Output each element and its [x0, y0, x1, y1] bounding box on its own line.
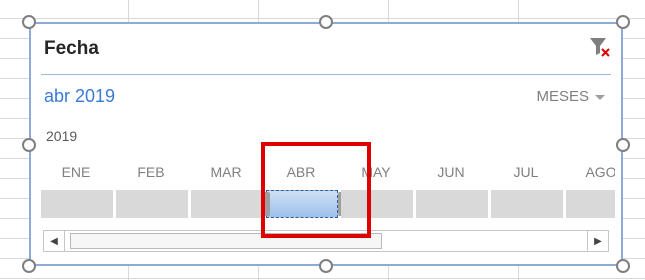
- period-cell-feb[interactable]: [116, 190, 188, 218]
- time-level-dropdown[interactable]: MESES: [536, 88, 605, 105]
- resize-handle-right[interactable]: [616, 138, 630, 152]
- month-label: JUN: [437, 164, 465, 180]
- clear-filter-icon[interactable]: [589, 36, 611, 58]
- resize-handle-top-left[interactable]: [22, 15, 36, 29]
- month-label: ENE: [61, 164, 91, 180]
- period-cell-ene[interactable]: [41, 190, 113, 218]
- resize-handle-bottom[interactable]: [319, 259, 333, 273]
- resize-handle-top-right[interactable]: [616, 15, 630, 29]
- red-highlight-box: [261, 142, 371, 238]
- scroll-right-button[interactable]: ▶: [587, 231, 608, 251]
- month-label: MAR: [210, 164, 242, 180]
- resize-handle-top[interactable]: [319, 15, 333, 29]
- period-cell-mar[interactable]: [191, 190, 263, 218]
- triangle-left-icon: ◀: [50, 235, 58, 247]
- month-label: JUL: [513, 164, 539, 180]
- month-label: FEB: [137, 164, 165, 180]
- chevron-down-icon: [595, 95, 605, 100]
- year-label: 2019: [46, 128, 78, 144]
- period-cell-jul[interactable]: [491, 190, 563, 218]
- scroll-left-button[interactable]: ◀: [44, 231, 65, 251]
- slicer-title: Fecha: [44, 38, 99, 59]
- selected-range-label: abr 2019: [44, 86, 116, 106]
- period-cell-jun[interactable]: [416, 190, 488, 218]
- time-level-label: MESES: [536, 88, 589, 105]
- resize-handle-bottom-left[interactable]: [22, 259, 36, 273]
- resize-handle-left[interactable]: [22, 138, 36, 152]
- resize-handle-bottom-right[interactable]: [616, 259, 630, 273]
- header-divider: [41, 74, 611, 75]
- month-label: AGO: [585, 164, 615, 180]
- period-cell-ago[interactable]: [566, 190, 615, 218]
- triangle-right-icon: ▶: [594, 235, 602, 247]
